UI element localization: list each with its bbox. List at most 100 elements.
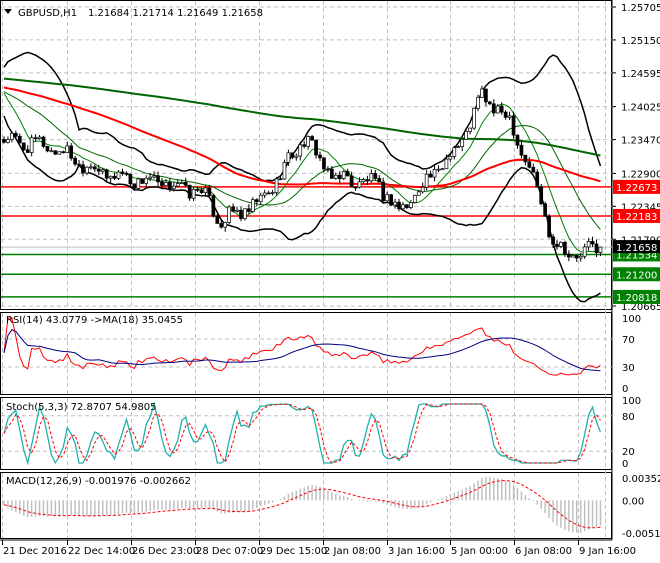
macd-tick: 0.003524 (622, 474, 660, 485)
price-label: 1.24595 (621, 69, 660, 80)
grid (0, 0, 613, 545)
candle (298, 144, 303, 157)
candle (416, 191, 421, 196)
candle (227, 206, 231, 223)
macd-label: MACD(12,26,9) -0.001976 -0.002662 (6, 476, 191, 487)
candle (112, 175, 117, 179)
candle (17, 135, 22, 144)
macd-tick: -0.005166 (622, 529, 660, 540)
stoch-label: Stoch(5,3,3) 72.8707 54.9805 (6, 402, 157, 413)
candle (420, 186, 425, 193)
candle (53, 150, 58, 155)
candle (318, 154, 322, 159)
candle (590, 241, 595, 245)
candle (456, 146, 461, 148)
candle (511, 115, 516, 136)
candle (409, 202, 413, 208)
candle (424, 173, 429, 188)
candle (551, 236, 555, 245)
candle (503, 111, 508, 118)
candle (523, 154, 528, 163)
candle (179, 182, 184, 184)
candle (570, 255, 575, 258)
candle (290, 152, 295, 158)
candle (448, 156, 453, 160)
level-label: 1.20818 (616, 293, 657, 304)
candle (164, 181, 168, 186)
candle (480, 88, 484, 98)
candle (270, 192, 275, 194)
candle (191, 189, 196, 199)
candle (495, 105, 500, 114)
candle (444, 158, 449, 170)
candle (535, 171, 540, 188)
candle (488, 101, 492, 105)
candle (262, 192, 267, 196)
candle (337, 174, 342, 180)
candle (468, 127, 472, 132)
candle (148, 176, 152, 179)
time-label: 3 Jan 16:00 (388, 546, 445, 557)
time-label: 28 Dec 07:00 (196, 546, 263, 557)
candle (128, 173, 133, 185)
time-label: 2 Jan 08:00 (324, 546, 381, 557)
candle (199, 189, 204, 193)
price-label: 1.23470 (621, 136, 660, 147)
level-label: 1.22183 (616, 212, 657, 223)
candle (543, 203, 548, 217)
macd-signal-line (3, 480, 601, 529)
candle (21, 142, 26, 151)
candle (144, 177, 149, 184)
candle (258, 194, 263, 203)
candle (491, 103, 496, 114)
candle (385, 194, 389, 202)
candle (507, 115, 512, 118)
candle (436, 168, 441, 171)
candle (49, 150, 54, 153)
candle (69, 145, 74, 159)
rsi-tick: 100 (622, 314, 641, 325)
candle (594, 243, 599, 253)
price-panel[interactable] (1, 51, 612, 303)
candle (183, 182, 188, 186)
candle (555, 243, 559, 247)
candle (187, 184, 192, 199)
trading-chart[interactable]: 21 Dec 2016 22 Dec 14:0026 Dec 23:0028 De… (0, 0, 660, 560)
candle (104, 169, 109, 179)
candle (306, 136, 310, 147)
candle (251, 199, 255, 212)
candle (100, 169, 105, 172)
candle (89, 166, 93, 169)
candle (302, 144, 307, 147)
candle (81, 164, 85, 174)
candle (405, 204, 409, 208)
stoch-tick: 80 (622, 412, 635, 423)
price-axis: 21 Dec 2016 22 Dec 14:0026 Dec 23:0028 De… (3, 3, 660, 557)
candle (326, 168, 330, 171)
rsi-tick: 30 (622, 363, 635, 374)
candle (566, 253, 571, 258)
candle (156, 175, 160, 183)
stoch-tick: 0 (622, 459, 628, 470)
dropdown-triangle-icon[interactable] (4, 9, 12, 14)
candle (484, 88, 488, 103)
candle (254, 199, 259, 203)
candle (247, 208, 251, 212)
candle (140, 178, 145, 184)
candle (92, 166, 97, 170)
time-label: 6 Jan 08:00 (515, 546, 572, 557)
price-label: 1.25705 (621, 3, 660, 14)
candle (527, 161, 532, 168)
indicator-panels[interactable] (1, 317, 612, 533)
price-label: 1.22900 (621, 169, 660, 180)
candle (124, 172, 129, 175)
candle (116, 171, 121, 179)
candle (333, 174, 338, 179)
candle (397, 201, 401, 210)
stoch-tick: 100 (622, 396, 641, 407)
candle (85, 166, 89, 174)
candle (586, 241, 591, 248)
candle (341, 171, 346, 180)
time-label: 26 Dec 23:00 (132, 546, 199, 557)
candle (6, 139, 10, 143)
